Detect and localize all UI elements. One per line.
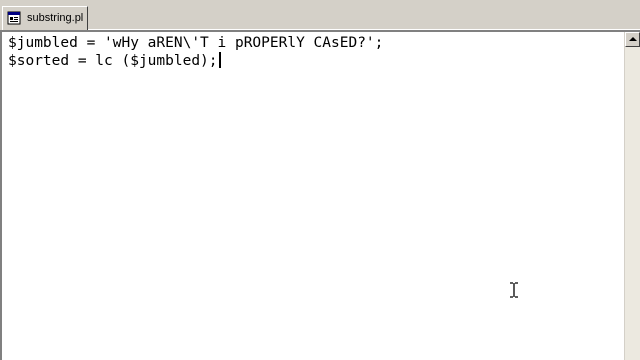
code-editor[interactable]: $jumbled = 'wHy aREN\'T i pROPERlY CAsED… [4,32,624,358]
scroll-track[interactable] [625,47,640,360]
code-line-1: $jumbled = 'wHy aREN\'T i pROPERlY CAsED… [8,34,383,52]
scroll-up-button[interactable] [625,32,640,47]
editor-frame: $jumbled = 'wHy aREN\'T i pROPERlY CAsED… [0,30,640,360]
tab-strip: substring.pl [0,0,640,30]
code-line-2: $sorted = lc ($jumbled); [8,52,221,70]
text-caret [218,52,221,68]
vertical-scrollbar[interactable] [624,32,640,360]
editor-window: substring.pl $jumbled = 'wHy aREN\'T i p… [0,0,640,360]
arrow-up-icon [629,37,637,41]
ibeam-cursor-icon [509,282,519,298]
tab-label: substring.pl [27,12,84,24]
tab-substring-pl[interactable]: substring.pl [2,6,88,30]
perl-file-icon [7,11,21,25]
code-line-2-text: $sorted = lc ($jumbled); [8,53,218,69]
code-line-1-text: $jumbled = 'wHy aREN\'T i pROPERlY CAsED… [8,35,384,51]
